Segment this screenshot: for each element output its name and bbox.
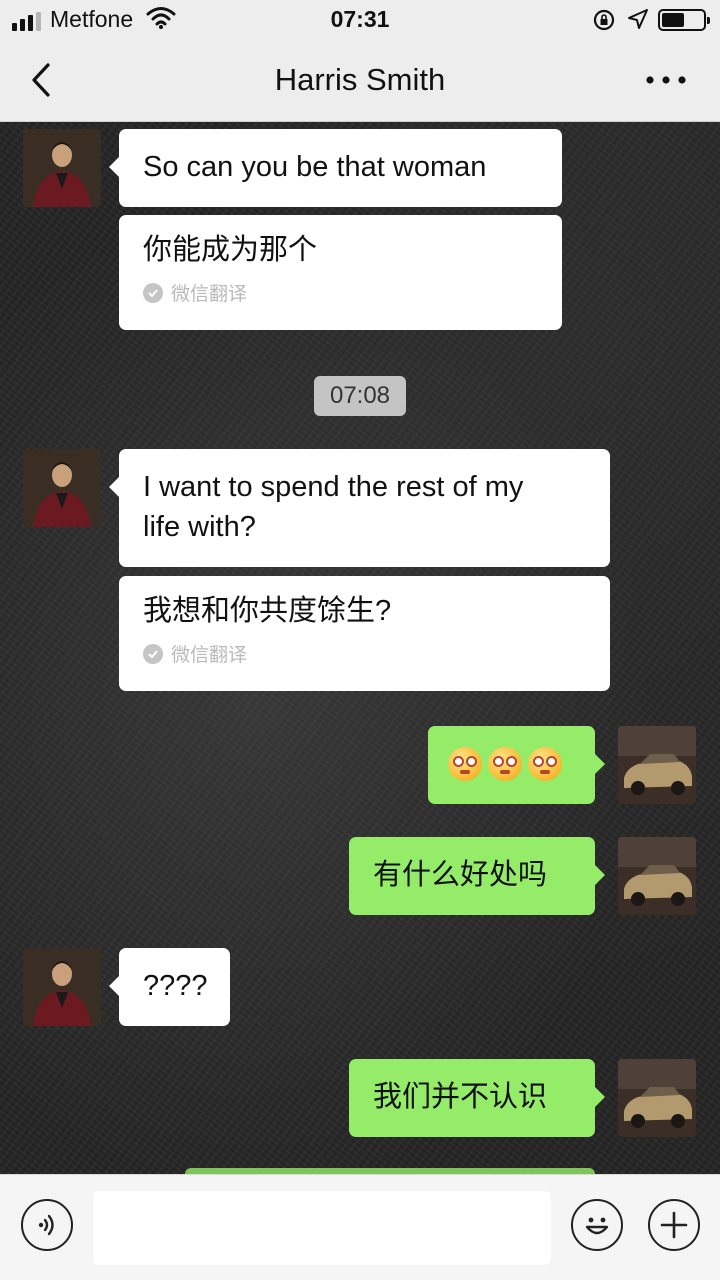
message-timestamp: 07:08 [314, 376, 406, 416]
nav-bar: Harris Smith [0, 40, 720, 122]
contact-avatar[interactable] [23, 129, 101, 207]
my-avatar[interactable] [618, 726, 696, 804]
translation-text: 我想和你共度馀生? [143, 595, 392, 627]
message-text: 我们并不认识 [373, 1081, 548, 1113]
translation-label: 微信翻译 [171, 284, 248, 305]
incoming-message[interactable]: I want to spend the rest of my life with… [109, 449, 610, 567]
smiley-icon [585, 1217, 609, 1235]
location-arrow-icon [628, 9, 648, 29]
message-input[interactable] [93, 1191, 551, 1265]
translation-source: 微信翻译 [143, 279, 538, 306]
message-text: So can you be that woman [143, 151, 487, 183]
message-text-line: I want to spend the rest of my [143, 471, 524, 503]
plus-icon [660, 1211, 688, 1239]
outgoing-message[interactable] [428, 726, 605, 804]
translation-card[interactable]: 我想和你共度馀生? 微信翻译 [119, 576, 610, 691]
translation-card[interactable]: 你能成为那个 微信翻译 [119, 215, 562, 330]
translation-source: 微信翻译 [143, 640, 586, 667]
incoming-message[interactable]: So can you be that woman [109, 129, 562, 207]
contact-avatar[interactable] [23, 449, 101, 527]
status-bar: Metfone 07:31 [0, 0, 720, 40]
message-text: ???? [143, 970, 208, 1002]
dizzy-face-icon [528, 747, 562, 781]
emoji-button[interactable] [571, 1199, 623, 1251]
my-avatar[interactable] [618, 837, 696, 915]
orientation-lock-icon [593, 9, 615, 31]
top-bar: Metfone 07:31 Harris Smith [0, 0, 720, 122]
more-dots-icon [646, 76, 686, 84]
translation-label: 微信翻译 [171, 645, 248, 666]
input-bar [0, 1174, 720, 1280]
outgoing-message[interactable]: 有什么好处吗 [349, 837, 605, 915]
check-circle-icon [143, 643, 163, 664]
battery-icon [658, 9, 710, 31]
dizzy-face-icon [448, 747, 482, 781]
check-circle-icon [143, 282, 163, 303]
voice-icon [38, 1214, 54, 1236]
my-avatar[interactable] [618, 1059, 696, 1137]
dizzy-face-icon [488, 747, 522, 781]
chat-title: Harris Smith [274, 62, 446, 97]
message-text-line: life with? [143, 511, 256, 543]
plus-button[interactable] [648, 1199, 700, 1251]
outgoing-message[interactable]: 我们并不认识 [349, 1059, 605, 1137]
contact-avatar[interactable] [23, 948, 101, 1026]
translation-text: 你能成为那个 [143, 234, 318, 266]
message-text: 有什么好处吗 [373, 859, 548, 891]
incoming-message[interactable]: ???? [109, 948, 230, 1026]
more-button[interactable] [640, 60, 692, 100]
voice-button[interactable] [21, 1199, 73, 1251]
